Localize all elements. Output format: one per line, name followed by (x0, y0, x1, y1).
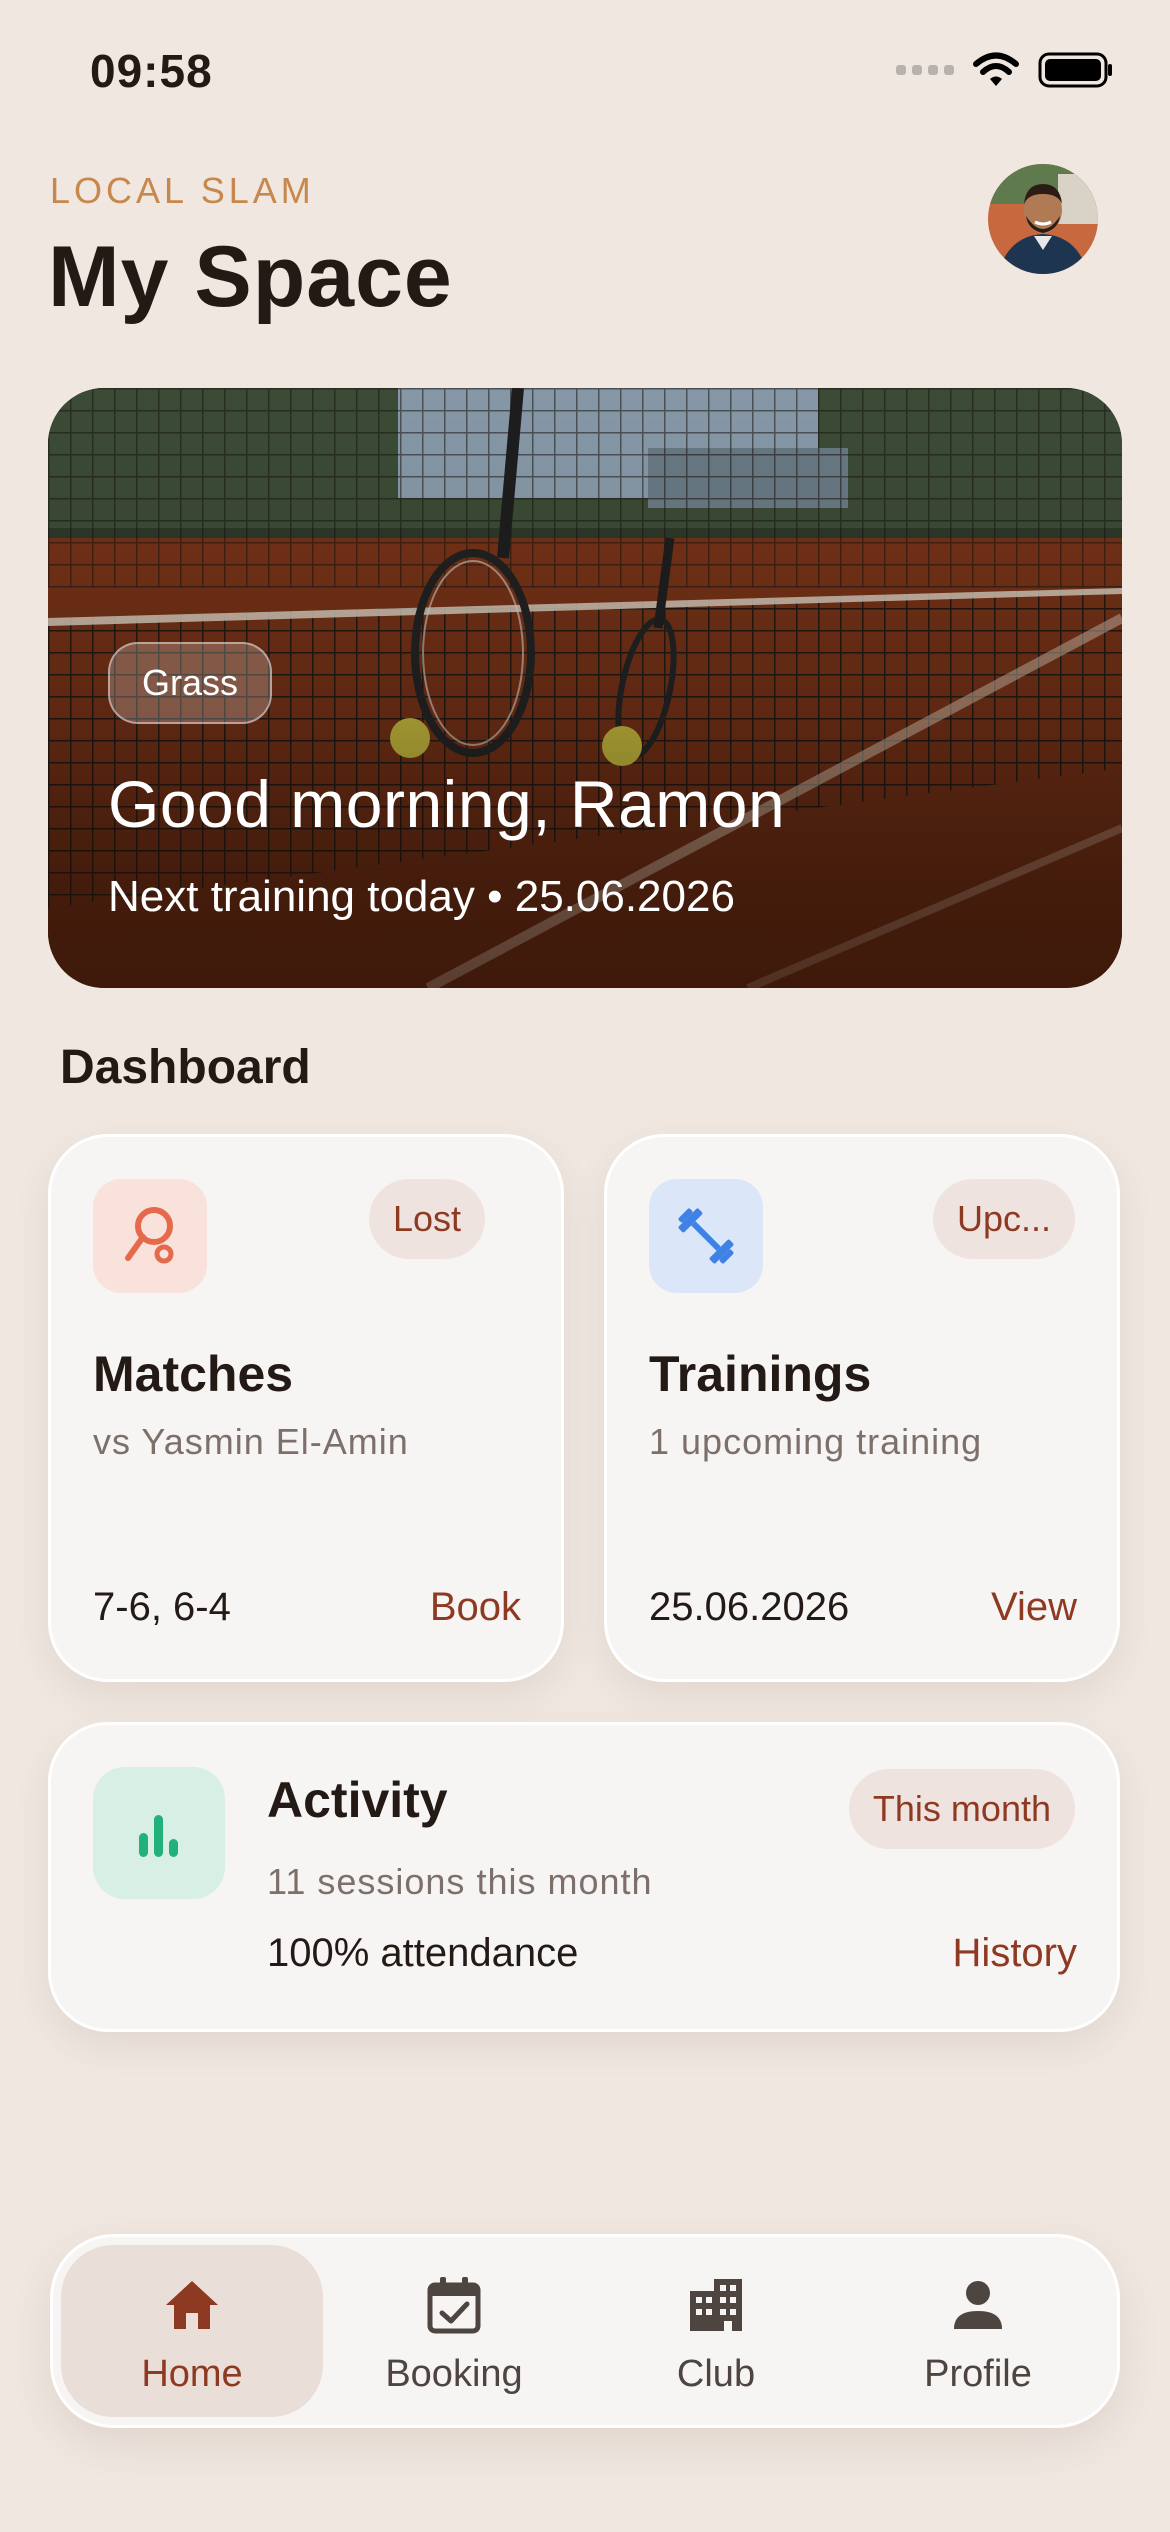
bottom-nav: Home Booking Club Profile (50, 2234, 1120, 2428)
dumbbell-icon (649, 1179, 763, 1293)
dashboard-title: Dashboard (60, 1041, 311, 1094)
matches-subtitle: vs Yasmin El-Amin (93, 1421, 409, 1462)
activity-subtitle: 11 sessions this month (267, 1861, 653, 1902)
status-time: 09:58 (90, 45, 213, 97)
training-status-badge: Upc... (932, 1179, 1075, 1259)
bar-chart-icon (93, 1767, 225, 1899)
surface-chip[interactable]: Grass (108, 642, 273, 724)
activity-card[interactable]: Activity This month 11 sessions this mon… (48, 1722, 1120, 2032)
battery-icon (1038, 52, 1112, 88)
nav-home[interactable]: Home (61, 2245, 323, 2417)
match-score: 7-6, 6-4 (93, 1585, 231, 1629)
period-badge: This month (848, 1769, 1075, 1849)
match-result-badge: Lost (368, 1179, 485, 1259)
avatar[interactable] (988, 164, 1098, 274)
page-title: My Space (48, 229, 453, 325)
nav-booking[interactable]: Booking (323, 2245, 585, 2417)
tennis-racket-icon (93, 1179, 207, 1293)
nav-club-label: Club (676, 2353, 756, 2395)
matches-title: Matches (93, 1346, 294, 1402)
my-space-screen: 09:58 LOCAL SLAM My Space Grass Good mor… (0, 0, 1170, 2532)
trainings-card[interactable]: Upc... Trainings 1 upcoming training 25.… (604, 1134, 1120, 1682)
matches-card[interactable]: Lost Matches vs Yasmin El-Amin 7-6, 6-4 … (48, 1134, 564, 1682)
trainings-title: Trainings (649, 1346, 872, 1402)
status-icons (896, 50, 1114, 90)
building-icon (690, 2279, 742, 2331)
nav-profile-label: Profile (924, 2353, 1032, 2395)
brand-label: LOCAL SLAM (50, 170, 315, 211)
avatar-image (988, 164, 1098, 274)
cellular-signal-icon (896, 65, 954, 75)
nav-booking-label: Booking (385, 2353, 523, 2395)
training-date: 25.06.2026 (649, 1585, 850, 1629)
attendance-value: 100% attendance (267, 1931, 579, 1975)
view-link[interactable]: View (991, 1585, 1077, 1630)
calendar-check-icon (427, 2277, 481, 2334)
activity-title: Activity (267, 1772, 448, 1828)
nav-club[interactable]: Club (585, 2245, 847, 2417)
person-icon (954, 2281, 1002, 2329)
history-link[interactable]: History (953, 1931, 1077, 1976)
nav-home-label: Home (141, 2353, 243, 2395)
book-link[interactable]: Book (430, 1585, 521, 1630)
hero-greeting: Good morning, Ramon (108, 767, 786, 841)
wifi-icon (973, 52, 1019, 86)
home-icon (166, 2281, 218, 2329)
hero-subtitle: Next training today • 25.06.2026 (108, 872, 735, 921)
nav-profile[interactable]: Profile (847, 2245, 1109, 2417)
trainings-subtitle: 1 upcoming training (649, 1421, 983, 1462)
